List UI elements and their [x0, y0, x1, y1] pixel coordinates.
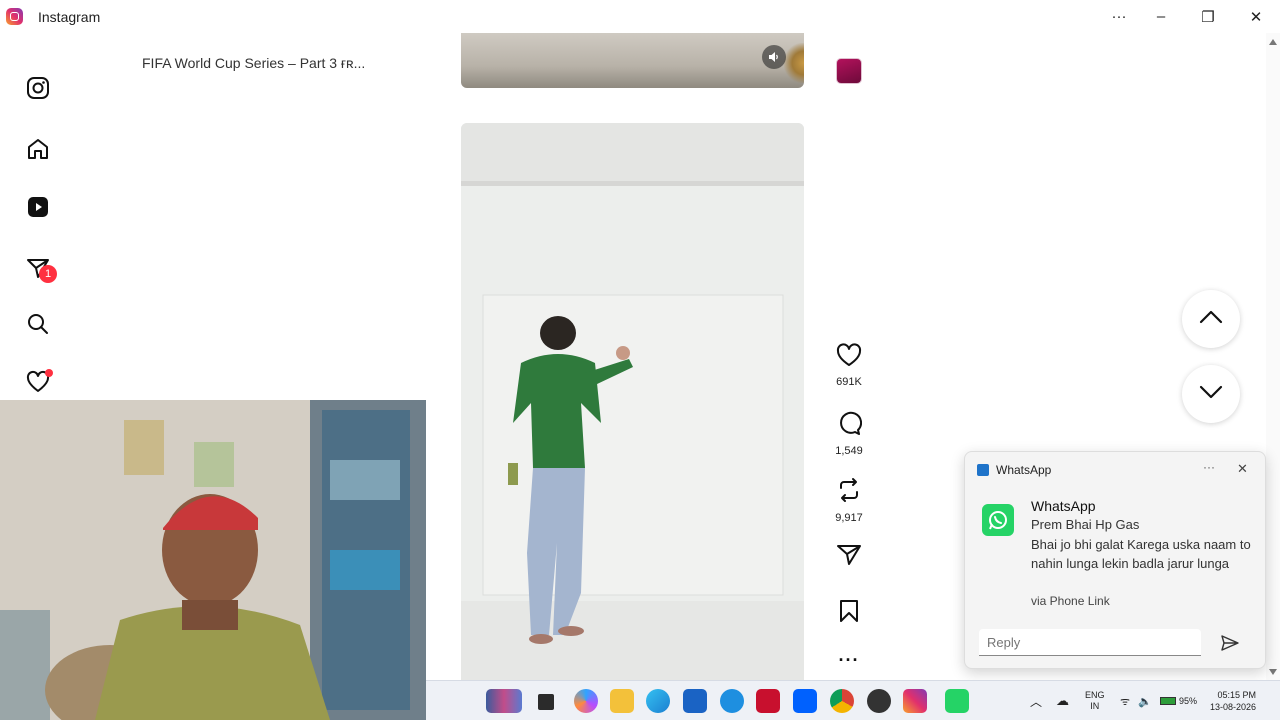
repost-action: 9,917	[820, 477, 878, 524]
notification-sender: Prem Bhai Hp Gas	[1031, 517, 1140, 532]
notification-dot	[45, 369, 53, 377]
next-reel-button[interactable]	[1182, 365, 1240, 423]
onedrive-icon[interactable]: ☁	[1056, 681, 1069, 721]
speaker-icon[interactable]: 🔈	[1138, 681, 1152, 721]
taskbar: ︿ ☁ ENG IN ᯤ 🔈 95% 05:15 PM 13-08-2026	[426, 680, 1280, 720]
chrome-icon[interactable]	[830, 689, 854, 713]
reposts-count: 9,917	[835, 512, 863, 524]
previous-post-caption[interactable]: FIFA World Cup Series – Part 3 ғʀ...	[142, 55, 365, 71]
language-line1: ENG	[1085, 690, 1105, 700]
share-icon[interactable]	[836, 543, 862, 572]
notification-header: WhatsApp	[977, 463, 1051, 477]
whatsapp-taskbar-icon[interactable]	[945, 689, 969, 713]
battery-percent: 95%	[1179, 696, 1198, 706]
battery-icon	[1160, 697, 1176, 705]
save-action	[820, 599, 878, 628]
notification-source: WhatsApp	[996, 463, 1052, 477]
reel-video[interactable]	[461, 123, 804, 680]
close-button[interactable]: ✕	[1233, 0, 1279, 33]
phone-link-icon	[977, 464, 989, 476]
instagram-taskbar-icon[interactable]	[903, 689, 927, 713]
store-icon[interactable]	[683, 689, 707, 713]
search-icon[interactable]	[24, 310, 52, 338]
whatsapp-notification[interactable]: WhatsApp ··· ✕ WhatsApp Prem Bhai Hp Gas…	[964, 451, 1266, 669]
send-icon[interactable]	[1219, 633, 1241, 653]
webcam-overlay	[0, 400, 426, 720]
more-options-icon[interactable]: ···	[820, 650, 878, 671]
language-indicator[interactable]: ENG IN	[1085, 681, 1105, 721]
volume-icon[interactable]	[762, 45, 786, 69]
bookmark-icon[interactable]	[838, 599, 860, 628]
previous-reel-button[interactable]	[1182, 290, 1240, 348]
task-view-icon[interactable]	[538, 694, 554, 710]
more-options-button[interactable]: ···	[1096, 0, 1142, 33]
notification-app-name: WhatsApp	[1031, 498, 1096, 514]
clock-date: 13-08-2026	[1210, 702, 1257, 712]
audio-thumbnail[interactable]	[836, 58, 862, 84]
comment-action: 1,549	[820, 410, 878, 457]
battery-indicator[interactable]: 95%	[1160, 681, 1197, 721]
share-action	[820, 543, 878, 572]
scroll-up-arrow-icon[interactable]	[1269, 39, 1277, 45]
comments-count: 1,549	[835, 445, 863, 457]
reels-icon[interactable]	[24, 193, 52, 221]
title-bar: Instagram ··· – ❐ ✕	[0, 0, 1280, 33]
widgets-icon[interactable]	[486, 689, 522, 713]
mcafee-icon[interactable]	[756, 689, 780, 713]
instagram-logo-icon[interactable]	[24, 74, 52, 102]
heart-icon[interactable]	[836, 343, 862, 372]
reply-input[interactable]	[979, 629, 1201, 656]
clock[interactable]: 05:15 PM 13-08-2026	[1210, 681, 1256, 721]
notification-close-button[interactable]: ✕	[1237, 461, 1248, 477]
window-title: Instagram	[38, 9, 101, 25]
dropbox-icon[interactable]	[793, 689, 817, 713]
comment-icon[interactable]	[836, 410, 863, 441]
language-line2: IN	[1090, 701, 1100, 711]
like-action: 691K	[820, 343, 878, 388]
tray-chevron-icon[interactable]: ︿	[1030, 681, 1042, 721]
notification-via: via Phone Link	[1031, 594, 1110, 608]
file-explorer-icon[interactable]	[610, 689, 634, 713]
scrollbar[interactable]	[1266, 33, 1280, 683]
previous-post-video[interactable]	[461, 33, 804, 88]
notification-message: Bhai jo bhi galat Karega uska naam to na…	[1031, 537, 1251, 571]
minimize-button[interactable]: –	[1138, 0, 1184, 33]
chevron-down-icon	[1199, 385, 1223, 404]
instagram-app-icon	[6, 8, 23, 25]
messages-badge: 1	[39, 265, 57, 283]
clock-time: 05:15 PM	[1217, 690, 1257, 700]
wifi-icon[interactable]: ᯤ	[1120, 681, 1130, 721]
scroll-down-arrow-icon[interactable]	[1269, 669, 1277, 675]
help-icon[interactable]	[720, 689, 744, 713]
restore-button[interactable]: ❐	[1185, 0, 1231, 33]
app-icon[interactable]	[867, 689, 891, 713]
edge-icon[interactable]	[646, 689, 670, 713]
likes-count: 691K	[836, 376, 862, 388]
repost-icon[interactable]	[836, 477, 862, 508]
copilot-icon[interactable]	[574, 689, 598, 713]
home-icon[interactable]	[24, 135, 52, 163]
notification-more-button[interactable]: ···	[1203, 460, 1215, 474]
chevron-up-icon	[1199, 310, 1223, 329]
whatsapp-icon	[982, 504, 1014, 536]
